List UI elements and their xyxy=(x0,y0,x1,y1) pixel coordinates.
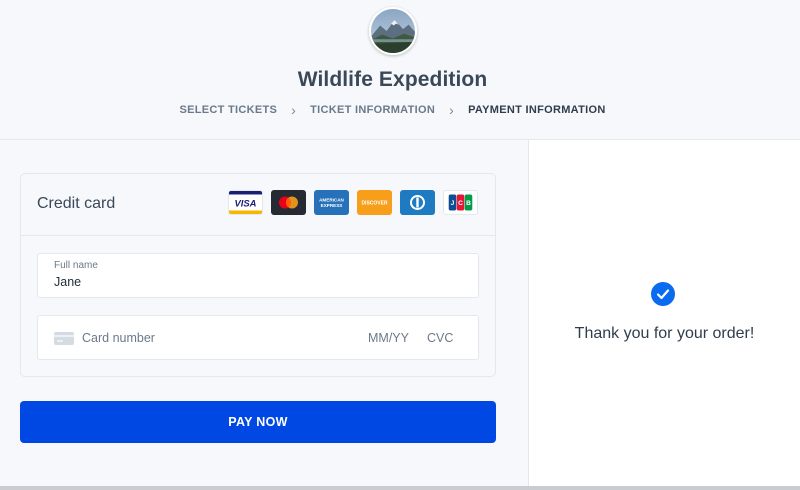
confirmation-message: Thank you for your order! xyxy=(574,325,755,342)
step-ticket-information[interactable]: TICKET INFORMATION xyxy=(310,104,435,116)
svg-text:C: C xyxy=(458,200,463,207)
breadcrumb: SELECT TICKETS › TICKET INFORMATION › PA… xyxy=(0,102,785,118)
mastercard-icon xyxy=(271,190,306,215)
svg-text:J: J xyxy=(451,200,455,207)
credit-card-form: Credit card VISA AMERICAN EXPRESS DISCOV… xyxy=(20,173,496,377)
svg-text:B: B xyxy=(466,200,471,207)
diners-club-icon xyxy=(400,190,435,215)
credit-card-icon xyxy=(54,332,74,345)
payment-method-header: Credit card VISA AMERICAN EXPRESS DISCOV… xyxy=(21,174,495,236)
step-payment-information: PAYMENT INFORMATION xyxy=(468,104,606,116)
card-details-field[interactable]: Card number MM/YY CVC xyxy=(37,315,479,360)
check-icon xyxy=(651,282,675,306)
svg-text:DISCOVER: DISCOVER xyxy=(361,201,388,207)
pay-now-button[interactable]: PAY NOW xyxy=(20,401,496,443)
card-number-input[interactable]: Card number xyxy=(82,331,155,345)
step-select-tickets[interactable]: SELECT TICKETS xyxy=(179,104,277,116)
page-title: Wildlife Expedition xyxy=(297,68,488,91)
card-logos: VISA AMERICAN EXPRESS DISCOVER J C B xyxy=(228,190,478,215)
full-name-field[interactable]: Full name Jane xyxy=(37,253,479,298)
horizontal-scrollbar[interactable] xyxy=(0,486,800,490)
american-express-icon: AMERICAN EXPRESS xyxy=(314,190,349,215)
svg-text:EXPRESS: EXPRESS xyxy=(321,203,343,208)
full-name-label: Full name xyxy=(54,260,98,271)
payment-panel: Credit card VISA AMERICAN EXPRESS DISCOV… xyxy=(0,140,528,490)
event-avatar xyxy=(369,7,417,55)
expiry-input[interactable]: MM/YY xyxy=(368,331,409,345)
order-confirmation-panel: Thank you for your order! xyxy=(528,140,800,486)
chevron-right-icon: › xyxy=(449,102,455,118)
svg-text:AMERICAN: AMERICAN xyxy=(319,198,344,203)
chevron-right-icon: › xyxy=(291,102,297,118)
jcb-icon: J C B xyxy=(443,190,478,215)
cvc-input[interactable]: CVC xyxy=(427,331,453,345)
full-name-input[interactable]: Jane xyxy=(54,275,81,289)
visa-icon: VISA xyxy=(228,190,263,215)
svg-text:VISA: VISA xyxy=(235,197,257,208)
discover-icon: DISCOVER xyxy=(357,190,392,215)
checkout-header: Wildlife Expedition SELECT TICKETS › TIC… xyxy=(0,0,800,140)
mountain-landscape-image xyxy=(371,9,415,53)
payment-method-title: Credit card xyxy=(37,195,116,212)
